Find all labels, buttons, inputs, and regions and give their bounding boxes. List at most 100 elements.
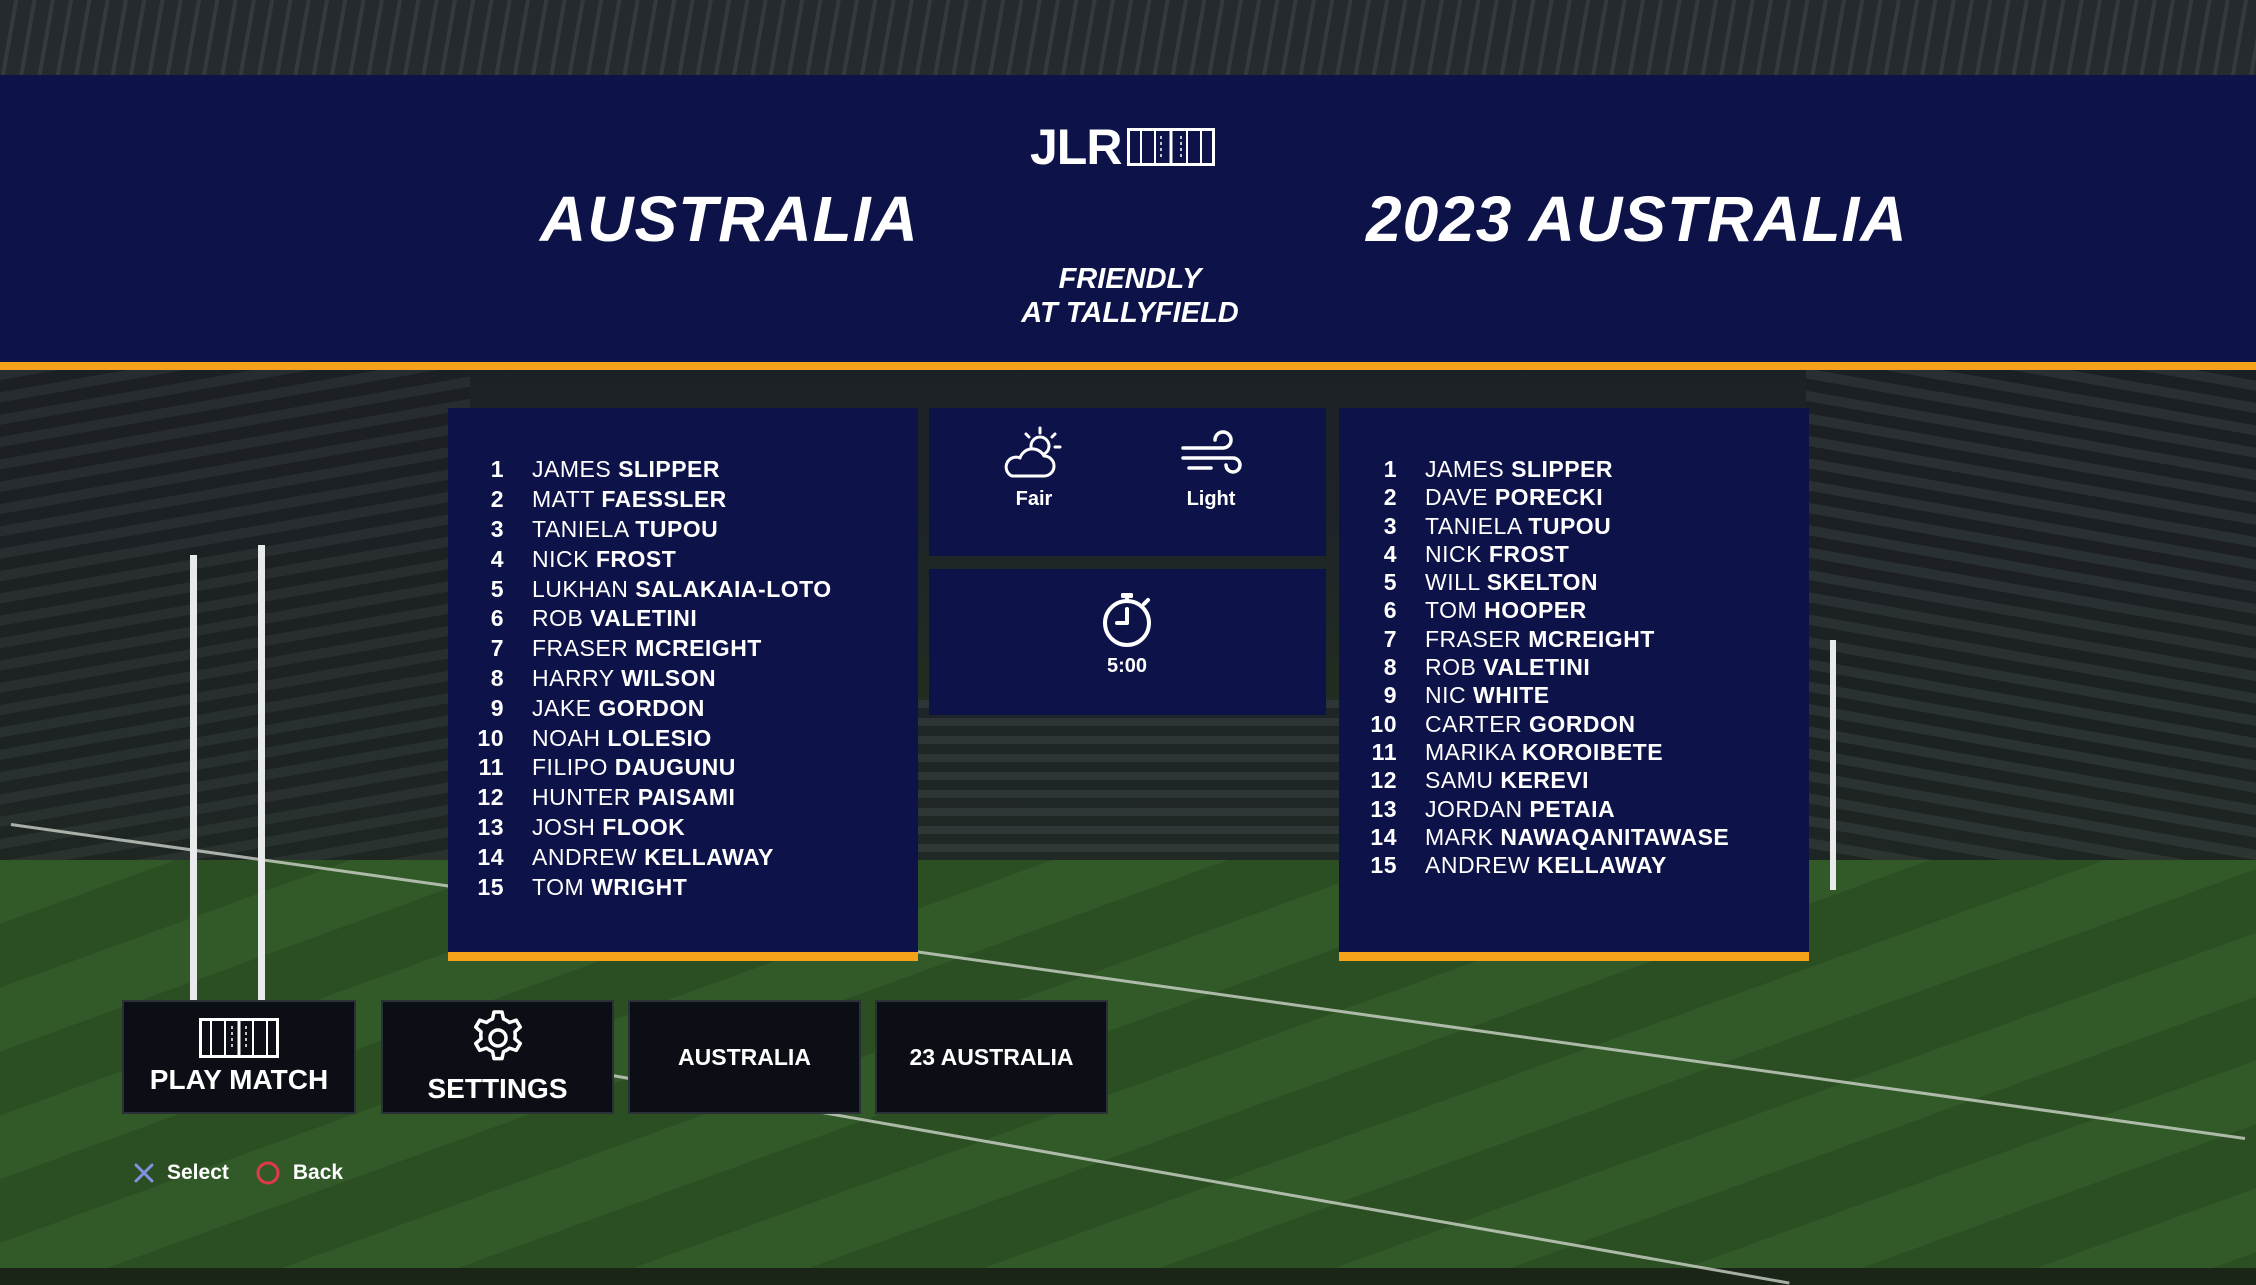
player-row: 1 JAMES SLIPPER (448, 455, 918, 485)
partly-sunny-icon (1004, 426, 1062, 478)
play-match-button[interactable]: PLAY MATCH (122, 1000, 356, 1114)
player-last-name: HOOPER (1484, 597, 1587, 624)
player-row: 14 MARK NAWAQANITAWASE (1339, 823, 1809, 851)
player-first-name: MARIKA (1425, 738, 1515, 765)
player-name: CARTER GORDON (1425, 710, 1809, 738)
player-last-name: FLOOK (602, 813, 686, 840)
fixture-type: FRIENDLY (1058, 263, 1202, 295)
player-name: LUKHAN SALAKAIA-LOTO (532, 576, 918, 603)
player-number: 10 (1370, 710, 1397, 737)
player-name: DAVE PORECKI (1425, 483, 1809, 511)
player-row: 6 ROB VALETINI (448, 604, 918, 634)
player-row: 1 JAMES SLIPPER (1339, 455, 1809, 483)
player-number: 6 (1383, 597, 1397, 624)
goal-post (190, 555, 197, 1005)
player-row: 15 TOM WRIGHT (448, 872, 918, 902)
fixture-venue: AT TALLYFIELD (1021, 297, 1239, 329)
player-name: JORDAN PETAIA (1425, 795, 1809, 823)
player-row: 11 FILIPO DAUGUNU (448, 753, 918, 783)
player-row: 10 CARTER GORDON (1339, 710, 1809, 738)
player-first-name: JAMES (1425, 456, 1505, 482)
player-last-name: SLIPPER (618, 456, 720, 483)
player-number: 1 (490, 456, 504, 483)
player-row: 14 ANDREW KELLAWAY (448, 842, 918, 872)
player-row: 3 TANIELA TUPOU (448, 515, 918, 545)
player-row: 4 NICK FROST (1339, 540, 1809, 568)
player-first-name: JAKE (532, 694, 592, 721)
player-row: 13 JORDAN PETAIA (1339, 795, 1809, 823)
player-last-name: PORECKI (1494, 484, 1604, 511)
timer-item: 5:00 (1062, 591, 1192, 678)
player-name: NIC WHITE (1425, 681, 1809, 709)
player-row: 12 HUNTER PAISAMI (448, 783, 918, 813)
weather-label: Fair (1015, 488, 1053, 510)
player-first-name: CARTER (1425, 710, 1523, 737)
player-row: 4 NICK FROST (448, 544, 918, 574)
weather-conditions-panel: Fair Light (929, 408, 1326, 556)
cross-button-icon (134, 1163, 154, 1183)
player-number: 9 (490, 694, 504, 721)
competition-logo: JLR (1030, 119, 1216, 175)
player-row: 8 HARRY WILSON (448, 664, 918, 694)
wind-icon (1181, 430, 1242, 474)
player-number: 7 (1383, 625, 1397, 652)
player-last-name: WRIGHT (591, 873, 688, 900)
fixture-info: FRIENDLY AT TALLYFIELD (980, 262, 1280, 330)
circle-button-icon (256, 1161, 280, 1185)
player-row: 10 NOAH LOLESIO (448, 723, 918, 753)
player-number: 2 (1383, 484, 1397, 511)
player-first-name: JAMES (532, 456, 612, 483)
player-name: HUNTER PAISAMI (532, 784, 918, 811)
player-first-name: WILL (1425, 569, 1480, 596)
player-last-name: SALAKAIA-LOTO (635, 575, 832, 602)
player-last-name: FROST (595, 545, 677, 572)
player-last-name: GORDON (1529, 710, 1636, 737)
back-hint: Back (255, 1160, 343, 1186)
player-number: 12 (1370, 767, 1397, 794)
stands-center (900, 700, 1370, 870)
player-first-name: JORDAN (1425, 795, 1523, 822)
player-first-name: ANDREW (1425, 852, 1531, 879)
player-name: MATT FAESSLER (532, 486, 918, 513)
player-name: FRASER MCREIGHT (1425, 625, 1809, 653)
stadium-roof (0, 0, 2256, 80)
player-name: MARK NAWAQANITAWASE (1425, 823, 1809, 851)
home-lineup-panel: 1 JAMES SLIPPER 2 MATT FAESSLER 3 TANIELA TUP… (448, 408, 918, 961)
player-last-name: FAESSLER (601, 486, 727, 513)
player-row: 2 DAVE PORECKI (1339, 483, 1809, 511)
stopwatch-icon (1103, 593, 1151, 647)
player-first-name: MARK (1425, 823, 1494, 850)
player-name: NICK FROST (532, 546, 918, 573)
player-name: FRASER MCREIGHT (532, 635, 918, 662)
player-last-name: GORDON (598, 694, 705, 721)
player-first-name: SAMU (1425, 767, 1494, 794)
player-number: 2 (490, 486, 504, 513)
player-first-name: TOM (1425, 597, 1478, 624)
player-last-name: KOROIBETE (1521, 738, 1664, 765)
home-team-button[interactable]: AUSTRALIA (628, 1000, 861, 1114)
player-name: ANDREW KELLAWAY (1425, 851, 1809, 879)
player-number: 5 (1383, 569, 1397, 596)
player-number: 8 (1383, 654, 1397, 681)
player-name: WILL SKELTON (1425, 568, 1809, 596)
player-row: 9 NIC WHITE (1339, 681, 1809, 709)
player-first-name: ROB (1425, 654, 1477, 681)
player-first-name: NOAH (532, 724, 601, 751)
player-last-name: KELLAWAY (644, 843, 774, 870)
player-last-name: SLIPPER (1511, 456, 1613, 482)
player-last-name: SKELTON (1486, 569, 1598, 596)
player-last-name: VALETINI (590, 605, 698, 632)
rugby-pitch-icon (199, 1018, 279, 1058)
away-team-button[interactable]: 23 AUSTRALIA (875, 1000, 1108, 1114)
player-last-name: WILSON (621, 664, 717, 691)
gear-icon (473, 1010, 522, 1061)
player-last-name: VALETINI (1483, 654, 1591, 681)
player-number: 1 (1383, 456, 1397, 482)
player-first-name: NICK (1425, 540, 1482, 567)
player-number: 13 (1370, 795, 1397, 822)
player-number: 13 (477, 813, 504, 840)
settings-button[interactable]: SETTINGS (381, 1000, 614, 1114)
goal-post (1830, 640, 1836, 890)
player-first-name: FRASER (532, 635, 629, 662)
player-last-name: LOLESIO (607, 724, 712, 751)
